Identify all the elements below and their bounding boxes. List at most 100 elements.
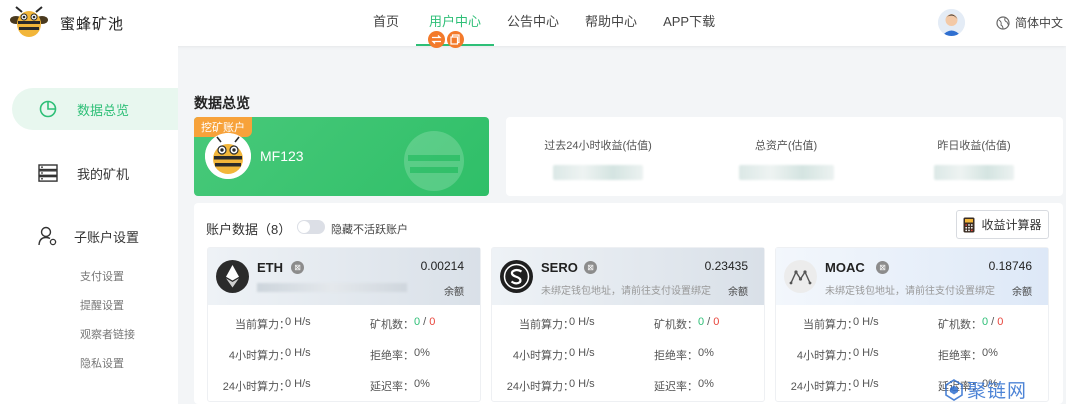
coin-balance-label: 余额	[1012, 287, 1032, 298]
coin-card-header: SERO ⊠ 未绑定钱包地址，请前往支付设置绑定 0.23435 余额	[492, 248, 764, 305]
language-switcher[interactable]: 简体中文	[996, 14, 1063, 31]
miners-online: 0	[414, 316, 421, 328]
site-watermark: 聚链网	[944, 376, 1027, 403]
miners-offline: 0	[713, 316, 720, 328]
hashrate-4h-value: 0 H/s	[853, 347, 879, 359]
page-title: 数据总览	[194, 95, 250, 111]
coin-balance-label: 余额	[728, 287, 748, 298]
earnings-calculator-button[interactable]: 收益计算器	[956, 210, 1049, 239]
account-data-title: 账户数据（8）	[206, 222, 292, 237]
hashrate-4h-label: 4小时算力：	[796, 350, 858, 362]
delay-rate-label: 延迟率：	[654, 381, 698, 393]
delay-rate-label: 延迟率：	[370, 381, 414, 393]
reject-rate-label: 拒绝率：	[654, 350, 698, 362]
coin-wallet-address[interactable]: 未绑定钱包地址，请前往支付设置绑定	[825, 282, 995, 297]
main-nav: 首页 用户中心 公告中心 帮助中心 APP下载	[360, 0, 728, 46]
coin-name: MOAC	[825, 260, 865, 275]
watermark-text: 聚链网	[967, 380, 1028, 402]
coin-info-icon[interactable]: ⊠	[584, 261, 597, 274]
current-hashrate-value: 0 H/s	[285, 316, 311, 328]
copy-icon[interactable]	[447, 31, 464, 48]
current-hashrate-label: 当前算力：	[803, 319, 858, 331]
stat-total-assets: 总资产(估值)	[731, 137, 841, 180]
hashrate-4h-value: 0 H/s	[285, 347, 311, 359]
nav-home[interactable]: 首页	[360, 0, 412, 46]
current-hashrate-label: 当前算力：	[235, 319, 290, 331]
account-name: MF123	[260, 148, 304, 164]
reject-rate-value: 0%	[982, 347, 998, 359]
hashrate-4h-value: 0 H/s	[569, 347, 595, 359]
sidebar-item-my-miners[interactable]: 我的矿机	[12, 152, 178, 194]
coin-balance-value: 0.00214	[420, 259, 464, 273]
hashrate-24h-value: 0 H/s	[853, 378, 879, 390]
sidebar-item-subaccount-settings[interactable]: 子账户设置	[12, 215, 178, 257]
language-label: 简体中文	[1015, 16, 1064, 30]
stat-value-hidden	[934, 165, 1014, 180]
coin-balance-label: 余额	[444, 287, 464, 298]
moac-logo-icon	[784, 260, 817, 293]
coin-balance-value: 0.18746	[988, 259, 1032, 273]
stat-label: 昨日收益(估值)	[937, 140, 1011, 152]
stat-past-24h: 过去24小时收益(估值)	[543, 137, 653, 180]
delay-rate-value: 0%	[414, 378, 430, 390]
coin-card-header: MOAC ⊠ 未绑定钱包地址，请前往支付设置绑定 0.18746 余额	[776, 248, 1048, 305]
coin-info-icon[interactable]: ⊠	[876, 261, 889, 274]
calc-button-label: 收益计算器	[981, 218, 1042, 232]
sidebar-subitem-privacy[interactable]: 隐私设置	[80, 355, 124, 371]
reject-rate-label: 拒绝率：	[370, 350, 414, 362]
miners-online: 0	[698, 316, 705, 328]
stat-yesterday: 昨日收益(估值)	[919, 137, 1029, 180]
stat-value-hidden	[553, 165, 643, 180]
account-avatar	[205, 133, 251, 179]
stat-label: 总资产(估值)	[754, 140, 818, 152]
chain-logo-icon	[945, 378, 963, 401]
stat-label: 过去24小时收益(估值)	[544, 140, 652, 152]
sidebar-item-label: 数据总览	[77, 102, 130, 118]
nav-announcements[interactable]: 公告中心	[494, 0, 572, 46]
eth-logo-icon	[216, 260, 249, 293]
hashrate-4h-label: 4小时算力：	[228, 350, 290, 362]
delay-rate-value: 0%	[698, 378, 714, 390]
coin-info-icon[interactable]: ⊠	[291, 261, 304, 274]
stat-value-hidden	[738, 165, 834, 180]
hashrate-4h-label: 4小时算力：	[512, 350, 574, 362]
coin-balance-value: 0.23435	[704, 259, 748, 273]
coin-wallet-address[interactable]: 未绑定钱包地址，请前往支付设置绑定	[541, 282, 711, 297]
current-hashrate-value: 0 H/s	[569, 316, 595, 328]
hashrate-24h-value: 0 H/s	[569, 378, 595, 390]
calculator-icon	[963, 217, 975, 232]
coin-card-header: ETH ⊠ 0.00214 余额	[208, 248, 480, 305]
coin-wallet-address-hidden	[257, 283, 407, 292]
miners-offline: 0	[429, 316, 436, 328]
user-avatar[interactable]	[938, 9, 965, 36]
miners-offline: 0	[997, 316, 1004, 328]
sidebar-item-label: 我的矿机	[77, 166, 130, 182]
sidebar-subitem-payment[interactable]: 支付设置	[80, 268, 124, 284]
nav-app-download[interactable]: APP下载	[650, 0, 728, 46]
reject-rate-value: 0%	[698, 347, 714, 359]
current-hashrate-value: 0 H/s	[853, 316, 879, 328]
coin-name: SERO	[541, 260, 578, 275]
hide-inactive-label: 隐藏不活跃账户	[331, 224, 408, 236]
coin-card-eth[interactable]: ETH ⊠ 0.00214 余额 当前算力： 0 H/s 矿机数： 0 / 0 …	[207, 247, 481, 402]
miner-count-label: 矿机数：	[370, 319, 414, 331]
miner-count-label: 矿机数：	[938, 319, 982, 331]
bee-logo-icon[interactable]	[10, 6, 48, 40]
sero-logo-icon	[500, 260, 533, 293]
sidebar-subitem-alerts[interactable]: 提醒设置	[80, 297, 124, 313]
brand-name[interactable]: 蜜蜂矿池	[60, 13, 124, 34]
nav-help-center[interactable]: 帮助中心	[572, 0, 650, 46]
hide-inactive-toggle[interactable]	[297, 220, 325, 234]
sidebar-subitem-observer-link[interactable]: 观察者链接	[80, 326, 135, 342]
coin-card-sero[interactable]: SERO ⊠ 未绑定钱包地址，请前往支付设置绑定 0.23435 余额 当前算力…	[491, 247, 765, 402]
mining-account-card[interactable]: 挖矿账户 MF123	[194, 117, 489, 196]
miner-count-label: 矿机数：	[654, 319, 698, 331]
miners-online: 0	[982, 316, 989, 328]
user-settings-icon	[37, 225, 59, 247]
sidebar: 数据总览 我的矿机 子账户设置 支付设置 提醒设置 观察者链接 隐私设置	[0, 46, 178, 404]
hashrate-24h-label: 24小时算力：	[222, 381, 290, 393]
switch-account-icon[interactable]	[428, 31, 445, 48]
earnings-stats-card: 过去24小时收益(估值) 总资产(估值) 昨日收益(估值)	[506, 117, 1063, 196]
sidebar-item-overview[interactable]: 数据总览	[12, 88, 178, 130]
top-nav-bar: 蜜蜂矿池 首页 用户中心 公告中心 帮助中心 APP下载 简体中文	[0, 0, 1066, 46]
